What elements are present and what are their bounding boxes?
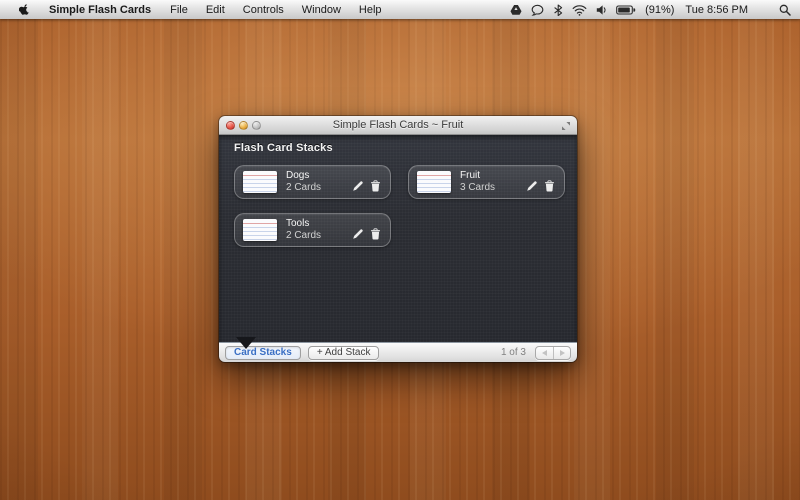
stack-grid: Dogs 2 Cards Fruit 3 Cards [219, 154, 577, 247]
wifi-icon[interactable] [572, 4, 587, 16]
stack-count: 2 Cards [286, 230, 321, 243]
add-stack-button[interactable]: + Add Stack [308, 346, 380, 360]
fullscreen-arrows-icon [561, 121, 571, 131]
window-titlebar[interactable]: Simple Flash Cards ~ Fruit [219, 116, 577, 135]
search-icon [779, 4, 791, 16]
window-title: Simple Flash Cards ~ Fruit [333, 119, 464, 131]
stack-name: Tools [286, 218, 321, 231]
index-card-thumbnail [417, 171, 451, 193]
index-card-thumbnail [243, 171, 277, 193]
pencil-icon [526, 180, 538, 192]
bluetooth-icon[interactable] [553, 4, 563, 16]
page-title: Flash Card Stacks [219, 135, 577, 154]
bottom-toolbar: Card Stacks + Add Stack 1 of 3 [219, 342, 577, 362]
drive-icon[interactable] [510, 4, 522, 16]
edit-stack-button[interactable] [352, 180, 364, 192]
window-content: Flash Card Stacks Dogs 2 Cards [219, 135, 577, 342]
edit-stack-button[interactable] [352, 228, 364, 240]
menu-window[interactable]: Window [293, 4, 350, 16]
stack-name: Dogs [286, 170, 321, 183]
zoom-button [252, 121, 261, 130]
menu-help[interactable]: Help [350, 4, 391, 16]
pagination-control [535, 346, 571, 360]
menu-edit[interactable]: Edit [197, 4, 234, 16]
stack-name: Fruit [460, 170, 495, 183]
close-button[interactable] [226, 121, 235, 130]
stack-item-tools[interactable]: Tools 2 Cards [234, 213, 391, 247]
page-indicator: 1 of 3 [501, 347, 528, 358]
pencil-icon [352, 180, 364, 192]
active-tab-pointer [236, 337, 256, 349]
stack-count: 3 Cards [460, 182, 495, 195]
battery-icon[interactable] [616, 4, 636, 16]
trash-icon [370, 180, 381, 192]
delete-stack-button[interactable] [370, 228, 381, 240]
volume-icon[interactable] [596, 4, 607, 16]
menu-bar: Simple Flash Cards File Edit Controls Wi… [0, 0, 800, 19]
previous-page-button[interactable] [536, 347, 553, 359]
next-page-button[interactable] [553, 347, 570, 359]
trash-icon [370, 228, 381, 240]
stack-item-fruit[interactable]: Fruit 3 Cards [408, 165, 565, 199]
pencil-icon [352, 228, 364, 240]
menu-file[interactable]: File [161, 4, 197, 16]
delete-stack-button[interactable] [370, 180, 381, 192]
menu-controls[interactable]: Controls [234, 4, 293, 16]
desktop-wallpaper: Simple Flash Cards File Edit Controls Wi… [0, 0, 800, 500]
stack-count: 2 Cards [286, 182, 321, 195]
spotlight-menu[interactable] [779, 4, 791, 16]
index-card-thumbnail [243, 219, 277, 241]
battery-percent: (91%) [645, 4, 674, 16]
chevron-right-icon [560, 350, 565, 356]
menu-app-name[interactable]: Simple Flash Cards [39, 4, 161, 16]
apple-icon [19, 3, 30, 16]
chevron-left-icon [542, 350, 547, 356]
minimize-button[interactable] [239, 121, 248, 130]
stack-item-dogs[interactable]: Dogs 2 Cards [234, 165, 391, 199]
apple-menu[interactable] [10, 0, 39, 19]
app-window: Simple Flash Cards ~ Fruit Flash Card St… [219, 116, 577, 362]
menu-bar-clock[interactable]: Tue 8:56 PM [683, 4, 748, 16]
trash-icon [544, 180, 555, 192]
fullscreen-button[interactable] [561, 121, 571, 131]
chat-icon[interactable] [531, 4, 544, 16]
edit-stack-button[interactable] [526, 180, 538, 192]
traffic-lights [226, 121, 261, 130]
delete-stack-button[interactable] [544, 180, 555, 192]
